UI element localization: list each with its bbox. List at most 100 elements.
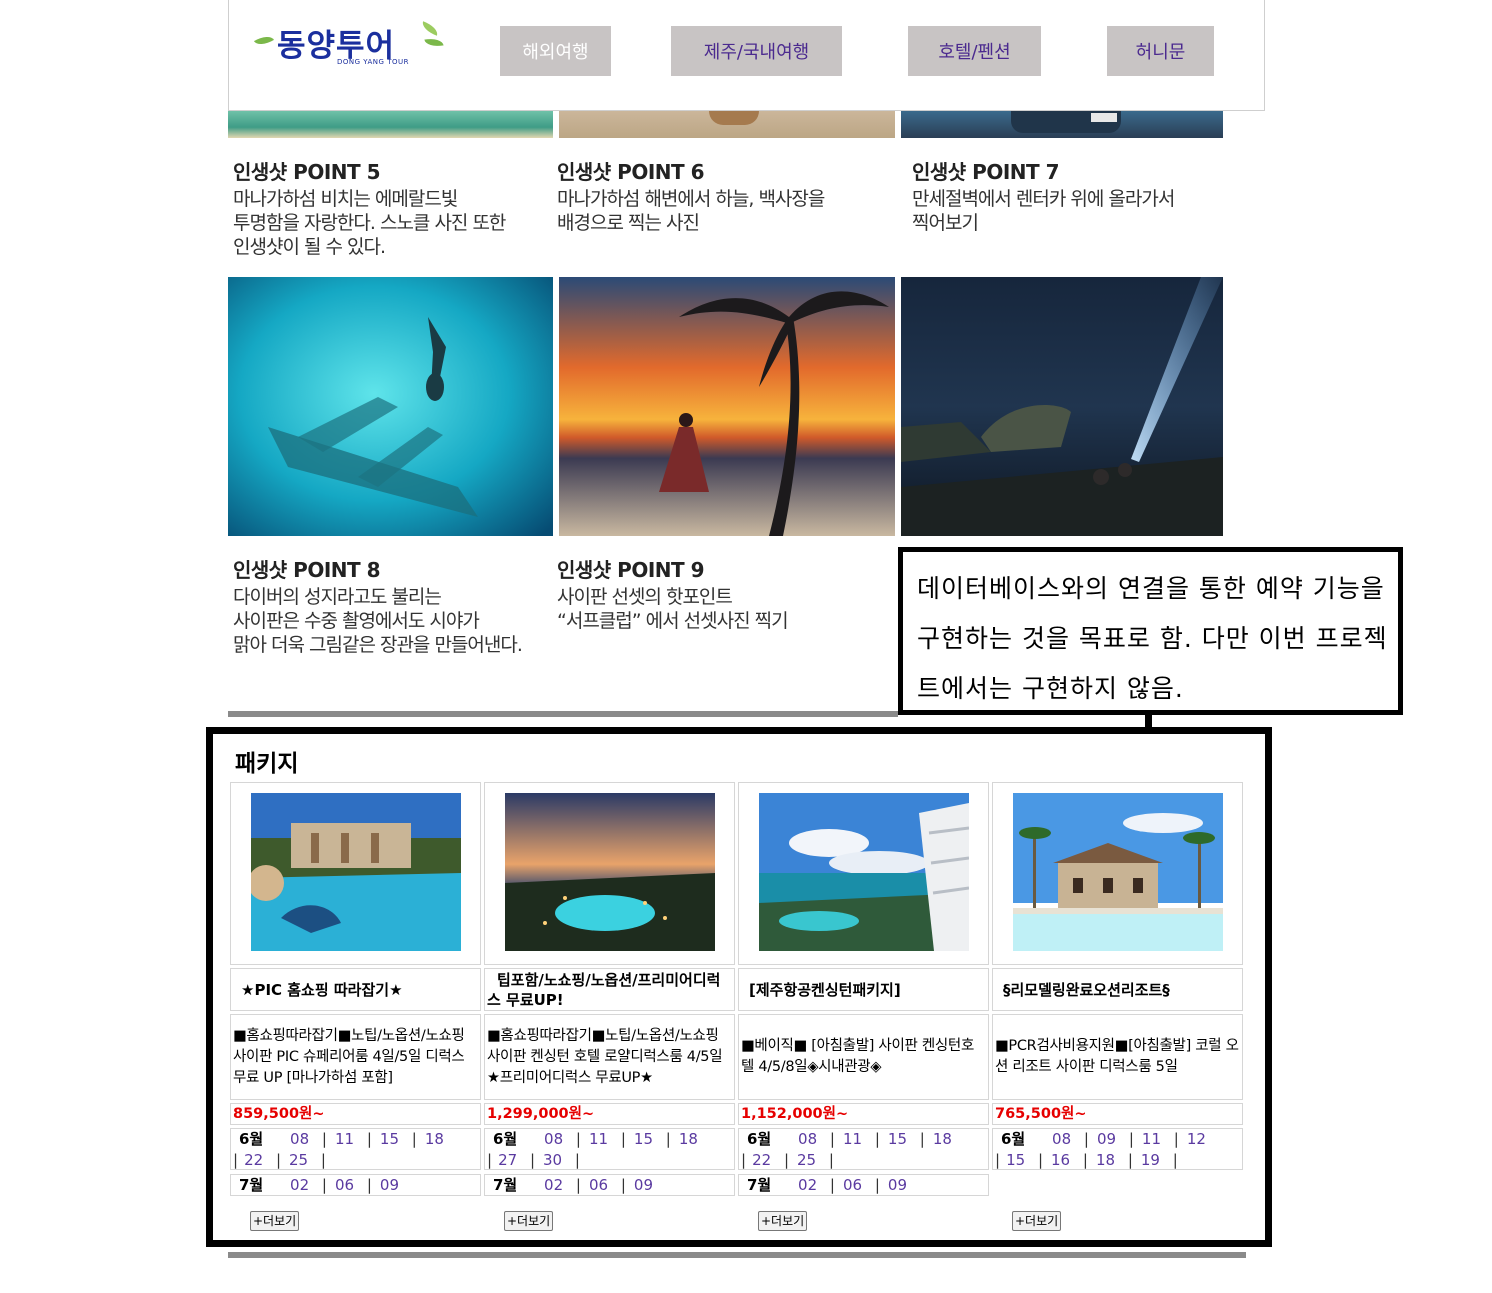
point-body: 마나가하섬 해변에서 하늘, 백사장을 배경으로 찍는 사진 [557,188,825,234]
annotation-callout: 데이터베이스와의 연결을 통한 예약 기능을 구현하는 것을 목표로 함. 다만… [898,547,1403,715]
date-link[interactable]: 15 [888,1130,907,1148]
package-image-coral-ocean[interactable] [1013,793,1223,951]
date-link[interactable]: 18 [933,1130,952,1148]
package-image-kensington-day[interactable] [759,793,969,951]
date-link[interactable]: 12 [1187,1130,1206,1148]
leaf-icon [253,32,275,49]
date-link[interactable]: 25 [289,1151,308,1169]
date-link[interactable]: 22 [244,1151,263,1169]
date-link[interactable]: 11 [335,1130,354,1148]
date-link[interactable]: 27 [498,1151,517,1169]
date-link[interactable]: 06 [589,1176,608,1194]
date-link[interactable]: 18 [425,1130,444,1148]
date-link[interactable]: 18 [679,1130,698,1148]
nav-hotel-pension[interactable]: 호텔/펜션 [908,26,1041,76]
date-link[interactable]: 11 [589,1130,608,1148]
package-price: 1,152,000원~ [738,1103,989,1125]
package-departure-dates: 6월 08 | 11 | 15 | 18 | 22 | 25 | [738,1128,989,1170]
point-body: 다이버의 성지라고도 불리는 사이판은 수중 촬영에서도 시야가 맑아 더욱 그… [233,586,523,656]
month-label: 7월 [747,1176,772,1194]
logo-subtitle: DONG YANG TOUR [337,58,409,66]
date-link[interactable]: 19 [1141,1151,1160,1169]
point-title: 인생샷 POINT 9 [557,558,705,582]
date-link[interactable]: 08 [1052,1130,1071,1148]
date-link[interactable]: 06 [843,1176,862,1194]
site-header: 동양투어 DONG YANG TOUR 해외여행 제주/국내여행 호텔/펜션 허… [228,0,1265,111]
site-logo[interactable]: 동양투어 DONG YANG TOUR [253,14,444,74]
date-link[interactable]: 30 [543,1151,562,1169]
point-7-caption: 인생샷 POINT 7 만세절벽에서 렌터카 위에 올라가서 찍어보기 [912,156,1222,235]
more-button[interactable]: +더보기 [1012,1211,1062,1231]
package-image-pic-resort[interactable] [251,793,461,951]
package-price: 859,500원~ [230,1103,481,1125]
package-image-cell[interactable] [484,782,735,965]
package-price: 765,500원~ [992,1103,1243,1125]
more-button[interactable]: +더보기 [504,1211,554,1231]
month-label: 6월 [239,1130,264,1148]
section-divider [228,1252,1246,1258]
date-link[interactable]: 11 [843,1130,862,1148]
leaf-icon [420,21,440,36]
more-button[interactable]: +더보기 [250,1211,300,1231]
package-description[interactable]: ■PCR검사비용지원■[아침출발] 코럴 오션 리조트 사이판 디럭스룸 5일 [992,1014,1243,1100]
package-departure-dates: 6월 08 | 09 | 11 | 12 | 15 | 16 | 18 | 19 | [992,1128,1243,1170]
photo-night-cliff [901,277,1223,536]
month-label: 6월 [747,1130,772,1148]
date-link[interactable]: 16 [1051,1151,1070,1169]
nav-jeju-domestic[interactable]: 제주/국내여행 [671,26,842,76]
package-section-title: 패키지 [235,751,299,777]
date-link[interactable]: 02 [544,1176,563,1194]
point-8-caption: 인생샷 POINT 8 다이버의 성지라고도 불리는 사이판은 수중 촬영에서도… [233,554,553,657]
point-body: 사이판 선셋의 핫포인트 “서프클럽” 에서 선셋사진 찍기 [557,586,789,632]
nav-honeymoon[interactable]: 허니문 [1107,26,1214,76]
package-name[interactable]: ★PIC 홈쇼핑 따라잡기★ [230,968,481,1011]
package-image-cell[interactable] [992,782,1243,965]
annotation-text: 데이터베이스와의 연결을 통한 예약 기능을 구현하는 것을 목표로 함. 다만… [917,574,1388,703]
date-link[interactable]: 15 [1006,1151,1025,1169]
date-link[interactable]: 09 [634,1176,653,1194]
package-name[interactable]: §리모델링완료오션리조트§ [992,968,1243,1011]
date-link[interactable]: 22 [752,1151,771,1169]
photo-strip-jeep [901,111,1223,138]
month-label: 6월 [493,1130,518,1148]
date-link[interactable]: 25 [797,1151,816,1169]
photo-strip-snorkel [228,111,553,138]
package-image-kensington-night[interactable] [505,793,715,951]
point-6-caption: 인생샷 POINT 6 마나가하섬 해변에서 하늘, 백사장을 배경으로 찍는 … [557,156,893,235]
annotation-pointer [1145,713,1152,733]
date-link[interactable]: 08 [798,1130,817,1148]
date-link[interactable]: 15 [380,1130,399,1148]
more-button[interactable]: +더보기 [758,1211,808,1231]
date-link[interactable]: 09 [380,1176,399,1194]
package-description[interactable]: ■홈쇼핑따라잡기■노팁/노옵션/노쇼핑 사이판 PIC 슈페리어룸 4일/5일 … [230,1014,481,1100]
point-title: 인생샷 POINT 5 [233,160,381,184]
package-image-cell[interactable] [738,782,989,965]
package-image-cell[interactable] [230,782,481,965]
package-name[interactable]: 팁포함/노쇼핑/노옵션/프리미어디럭스 무료UP! [484,968,735,1011]
package-departure-dates-next: 7월 02 | 06 | 09 [230,1174,481,1196]
date-link[interactable]: 08 [290,1130,309,1148]
date-link[interactable]: 02 [798,1176,817,1194]
date-link[interactable]: 15 [634,1130,653,1148]
date-link[interactable]: 02 [290,1176,309,1194]
nav-overseas-travel[interactable]: 해외여행 [500,26,611,76]
date-link[interactable]: 18 [1096,1151,1115,1169]
package-description[interactable]: ■베이직■ [아침출발] 사이판 켄싱턴호텔 4/5/8일◈시내관광◈ [738,1014,989,1100]
point-5-caption: 인생샷 POINT 5 마나가하섬 비치는 에메랄드빛 투명함을 자랑한다. 스… [233,156,553,259]
month-label: 7월 [493,1176,518,1194]
section-divider [228,711,898,717]
package-name[interactable]: [제주항공켄싱턴패키지] [738,968,989,1011]
month-label: 7월 [239,1176,264,1194]
date-link[interactable]: 09 [1097,1130,1116,1148]
date-link[interactable]: 09 [888,1176,907,1194]
date-link[interactable]: 11 [1142,1130,1161,1148]
package-price: 1,299,000원~ [484,1103,735,1125]
package-section: 패키지 ★PIC 홈쇼핑 따라잡기★ ■홈쇼핑따라잡기■노팁/노옵션/노쇼핑 사… [206,727,1272,1247]
date-link[interactable]: 08 [544,1130,563,1148]
date-link[interactable]: 06 [335,1176,354,1194]
package-departure-dates: 6월 08 | 11 | 15 | 18 | 27 | 30 | [484,1128,735,1170]
package-description[interactable]: ■홈쇼핑따라잡기■노팁/노옵션/노쇼핑 사이판 켄싱턴 호텔 로얄디럭스룸 4/… [484,1014,735,1100]
point-title: 인생샷 POINT 6 [557,160,705,184]
point-body: 마나가하섬 비치는 에메랄드빛 투명함을 자랑한다. 스노클 사진 또한 인생샷… [233,188,506,258]
photo-strip-beach [559,111,895,138]
